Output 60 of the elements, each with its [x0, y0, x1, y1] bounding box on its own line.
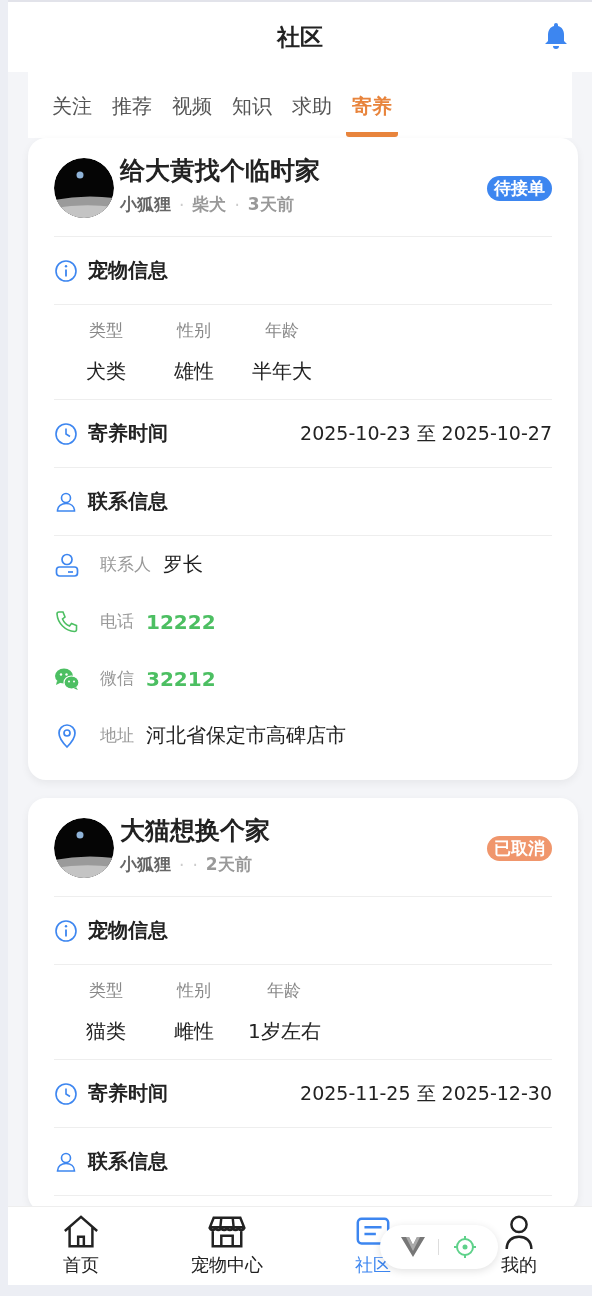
- separator-dot: ·: [179, 194, 185, 215]
- field-value: 雌性: [174, 1018, 214, 1045]
- field-value: 犬类: [86, 358, 126, 385]
- person-card-icon: [54, 551, 80, 578]
- contact-value: 罗长: [163, 551, 203, 578]
- section-title: 宠物信息: [88, 917, 169, 944]
- phone-icon: [54, 608, 80, 635]
- section-title: 联系信息: [88, 1148, 169, 1175]
- separator-dot: ·: [192, 854, 198, 875]
- contact-label: 地址: [100, 724, 134, 747]
- field-value: 雄性: [174, 358, 214, 385]
- nav-item[interactable]: 我的: [446, 1207, 592, 1285]
- contact-label: 联系人: [100, 553, 151, 576]
- section-title: 联系信息: [88, 488, 169, 515]
- field-label: 年龄: [267, 979, 302, 1002]
- meta-text: 2天前: [205, 853, 252, 876]
- author-name: 小狐狸: [120, 853, 171, 876]
- meta-text: 3天前: [247, 193, 294, 216]
- category-tab[interactable]: 视频: [166, 83, 218, 137]
- field-label: 类型: [89, 979, 123, 1002]
- separator-dot: ·: [179, 854, 185, 875]
- contact-value: 12222: [146, 609, 216, 634]
- field-value: 猫类: [86, 1018, 126, 1045]
- field-label: 年龄: [265, 319, 299, 342]
- status-badge: 待接单: [487, 176, 552, 201]
- post-title: 大猫想换个家: [120, 815, 271, 847]
- date-range: 2025-11-25 至 2025-12-30: [300, 1080, 552, 1106]
- page-title: 社区: [277, 22, 323, 52]
- contact-label: 微信: [100, 667, 134, 690]
- nav-item[interactable]: 宠物中心: [154, 1207, 300, 1285]
- field-value: 1岁左右: [248, 1018, 321, 1045]
- crosshair-icon: [453, 1235, 478, 1259]
- author-name: 小狐狸: [120, 193, 171, 216]
- nav-item[interactable]: 首页: [8, 1207, 154, 1285]
- contact-label: 电话: [100, 610, 134, 633]
- info-icon: [54, 258, 78, 283]
- section-title: 寄养时间: [88, 420, 169, 447]
- section-title: 寄养时间: [88, 1080, 169, 1107]
- category-tab[interactable]: 关注: [46, 83, 98, 137]
- post-card[interactable]: 大猫想换个家 小狐狸 · · 2天前 已取消 宠物信息 类型 猫类 性别 雌性 年龄 1岁左右 寄养时间 2025-11-25 至 2025-12-30 联系信息: [28, 798, 578, 1206]
- clock-icon: [54, 421, 78, 446]
- clock-icon: [54, 1081, 78, 1106]
- field-label: 类型: [89, 319, 123, 342]
- category-tab[interactable]: 求助: [286, 83, 338, 137]
- category-tab[interactable]: 知识: [226, 83, 278, 137]
- contact-value: 32212: [146, 666, 216, 691]
- separator-dot: ·: [234, 194, 240, 215]
- post-title: 给大黄找个临时家: [120, 155, 321, 187]
- contact-value: 河北省保定市高碑店市: [146, 722, 346, 749]
- field-label: 性别: [177, 319, 211, 342]
- section-title: 宠物信息: [88, 257, 169, 284]
- date-range: 2025-10-23 至 2025-10-27: [300, 420, 552, 446]
- field-value: 半年大: [252, 358, 312, 385]
- field-label: 性别: [177, 979, 211, 1002]
- category-tab[interactable]: 推荐: [106, 83, 158, 137]
- chevron-logo-icon: [400, 1237, 425, 1257]
- post-card[interactable]: 给大黄找个临时家 小狐狸 · 柴犬 · 3天前 待接单 宠物信息 类型 犬类 性别 雄性 年龄 半年大 寄养时间 2025-10-23 至 2025-10-27 联系信息 联系人 罗长 电话 12222 微信 32212 地址 河北省保定市高碑店市: [28, 138, 578, 780]
- meta-text: 柴犬: [192, 193, 227, 216]
- status-badge: 已取消: [487, 836, 552, 861]
- info-icon: [54, 918, 78, 943]
